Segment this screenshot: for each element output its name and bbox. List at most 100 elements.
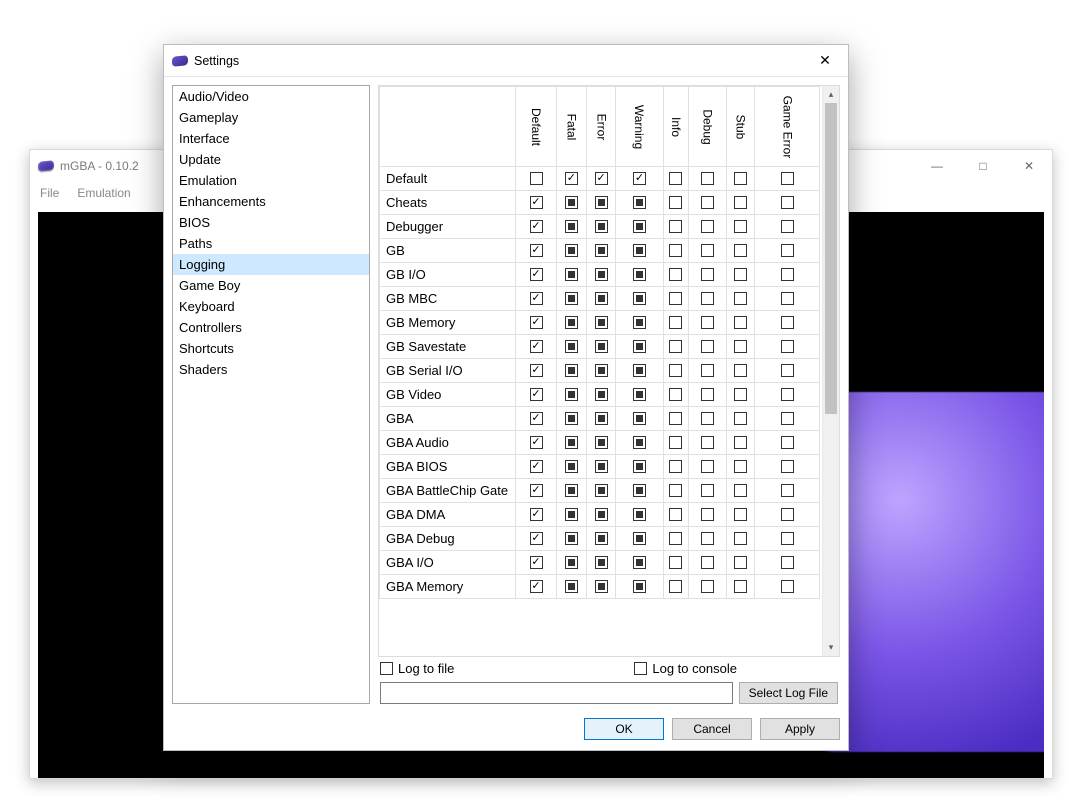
log-level-checkbox[interactable] — [688, 215, 726, 239]
log-level-checkbox[interactable] — [557, 239, 587, 263]
log-level-checkbox[interactable] — [754, 407, 820, 431]
log-level-checkbox[interactable] — [663, 167, 688, 191]
log-level-checkbox[interactable] — [688, 167, 726, 191]
close-button[interactable]: ✕ — [1006, 150, 1052, 182]
log-level-checkbox[interactable] — [586, 575, 616, 599]
log-level-checkbox[interactable] — [586, 335, 616, 359]
log-level-checkbox[interactable] — [516, 239, 557, 263]
log-level-checkbox[interactable] — [557, 263, 587, 287]
log-level-checkbox[interactable] — [754, 551, 820, 575]
menu-file[interactable]: File — [40, 186, 59, 200]
sidebar-item[interactable]: Emulation — [173, 170, 369, 191]
log-level-checkbox[interactable] — [727, 335, 755, 359]
sidebar-item[interactable]: Shortcuts — [173, 338, 369, 359]
sidebar-item[interactable]: BIOS — [173, 212, 369, 233]
log-level-checkbox[interactable] — [616, 335, 663, 359]
log-level-checkbox[interactable] — [727, 167, 755, 191]
log-level-checkbox[interactable] — [586, 383, 616, 407]
log-level-checkbox[interactable] — [663, 191, 688, 215]
log-level-checkbox[interactable] — [516, 407, 557, 431]
log-level-checkbox[interactable] — [616, 455, 663, 479]
log-level-checkbox[interactable] — [688, 311, 726, 335]
log-level-checkbox[interactable] — [663, 335, 688, 359]
log-level-checkbox[interactable] — [688, 359, 726, 383]
log-level-checkbox[interactable] — [688, 455, 726, 479]
log-level-checkbox[interactable] — [516, 503, 557, 527]
sidebar-item[interactable]: Paths — [173, 233, 369, 254]
log-level-checkbox[interactable] — [754, 431, 820, 455]
log-level-checkbox[interactable] — [557, 503, 587, 527]
log-level-checkbox[interactable] — [616, 239, 663, 263]
log-level-checkbox[interactable] — [754, 215, 820, 239]
log-level-checkbox[interactable] — [727, 575, 755, 599]
log-level-checkbox[interactable] — [557, 167, 587, 191]
log-level-checkbox[interactable] — [688, 287, 726, 311]
log-level-checkbox[interactable] — [516, 383, 557, 407]
log-level-checkbox[interactable] — [727, 359, 755, 383]
log-level-checkbox[interactable] — [727, 383, 755, 407]
log-level-checkbox[interactable] — [616, 215, 663, 239]
log-level-checkbox[interactable] — [557, 215, 587, 239]
log-level-checkbox[interactable] — [688, 191, 726, 215]
log-level-checkbox[interactable] — [688, 407, 726, 431]
log-level-checkbox[interactable] — [727, 503, 755, 527]
scroll-down-icon[interactable]: ▾ — [823, 639, 839, 656]
log-level-checkbox[interactable] — [754, 191, 820, 215]
sidebar-item[interactable]: Audio/Video — [173, 86, 369, 107]
log-level-checkbox[interactable] — [754, 287, 820, 311]
log-level-checkbox[interactable] — [727, 287, 755, 311]
log-level-checkbox[interactable] — [616, 287, 663, 311]
log-level-checkbox[interactable] — [586, 359, 616, 383]
sidebar-item[interactable]: Update — [173, 149, 369, 170]
log-level-checkbox[interactable] — [516, 527, 557, 551]
log-file-path-input[interactable] — [380, 682, 733, 704]
log-level-checkbox[interactable] — [688, 479, 726, 503]
log-level-checkbox[interactable] — [616, 191, 663, 215]
log-level-checkbox[interactable] — [663, 551, 688, 575]
log-level-checkbox[interactable] — [586, 551, 616, 575]
log-level-checkbox[interactable] — [663, 359, 688, 383]
scroll-up-icon[interactable]: ▴ — [823, 86, 839, 103]
log-level-checkbox[interactable] — [516, 287, 557, 311]
log-level-checkbox[interactable] — [754, 383, 820, 407]
log-level-checkbox[interactable] — [754, 359, 820, 383]
log-to-console-checkbox[interactable]: Log to console — [634, 661, 737, 676]
log-level-checkbox[interactable] — [557, 575, 587, 599]
log-level-checkbox[interactable] — [557, 431, 587, 455]
log-level-checkbox[interactable] — [754, 455, 820, 479]
log-level-checkbox[interactable] — [616, 551, 663, 575]
log-level-checkbox[interactable] — [557, 407, 587, 431]
dialog-close-button[interactable]: ✕ — [802, 45, 848, 77]
cancel-button[interactable]: Cancel — [672, 718, 752, 740]
log-level-checkbox[interactable] — [586, 479, 616, 503]
log-level-checkbox[interactable] — [727, 239, 755, 263]
minimize-button[interactable]: — — [914, 150, 960, 182]
apply-button[interactable]: Apply — [760, 718, 840, 740]
log-level-checkbox[interactable] — [616, 503, 663, 527]
select-log-file-button[interactable]: Select Log File — [739, 682, 838, 704]
log-level-checkbox[interactable] — [557, 191, 587, 215]
log-level-checkbox[interactable] — [754, 263, 820, 287]
log-level-checkbox[interactable] — [516, 311, 557, 335]
sidebar-item[interactable]: Enhancements — [173, 191, 369, 212]
settings-sidebar[interactable]: Audio/VideoGameplayInterfaceUpdateEmulat… — [172, 85, 370, 704]
log-level-checkbox[interactable] — [727, 551, 755, 575]
log-level-checkbox[interactable] — [754, 575, 820, 599]
log-level-checkbox[interactable] — [663, 455, 688, 479]
scroll-thumb[interactable] — [825, 103, 837, 414]
log-level-checkbox[interactable] — [516, 167, 557, 191]
log-level-checkbox[interactable] — [557, 287, 587, 311]
log-level-checkbox[interactable] — [586, 527, 616, 551]
log-level-checkbox[interactable] — [586, 263, 616, 287]
log-to-file-checkbox[interactable]: Log to file — [380, 661, 454, 676]
log-level-checkbox[interactable] — [688, 575, 726, 599]
sidebar-item[interactable]: Game Boy — [173, 275, 369, 296]
log-level-checkbox[interactable] — [557, 311, 587, 335]
log-level-checkbox[interactable] — [754, 311, 820, 335]
log-level-checkbox[interactable] — [586, 167, 616, 191]
log-level-checkbox[interactable] — [516, 431, 557, 455]
log-level-checkbox[interactable] — [727, 455, 755, 479]
log-level-checkbox[interactable] — [727, 407, 755, 431]
log-level-checkbox[interactable] — [586, 191, 616, 215]
log-level-checkbox[interactable] — [688, 503, 726, 527]
